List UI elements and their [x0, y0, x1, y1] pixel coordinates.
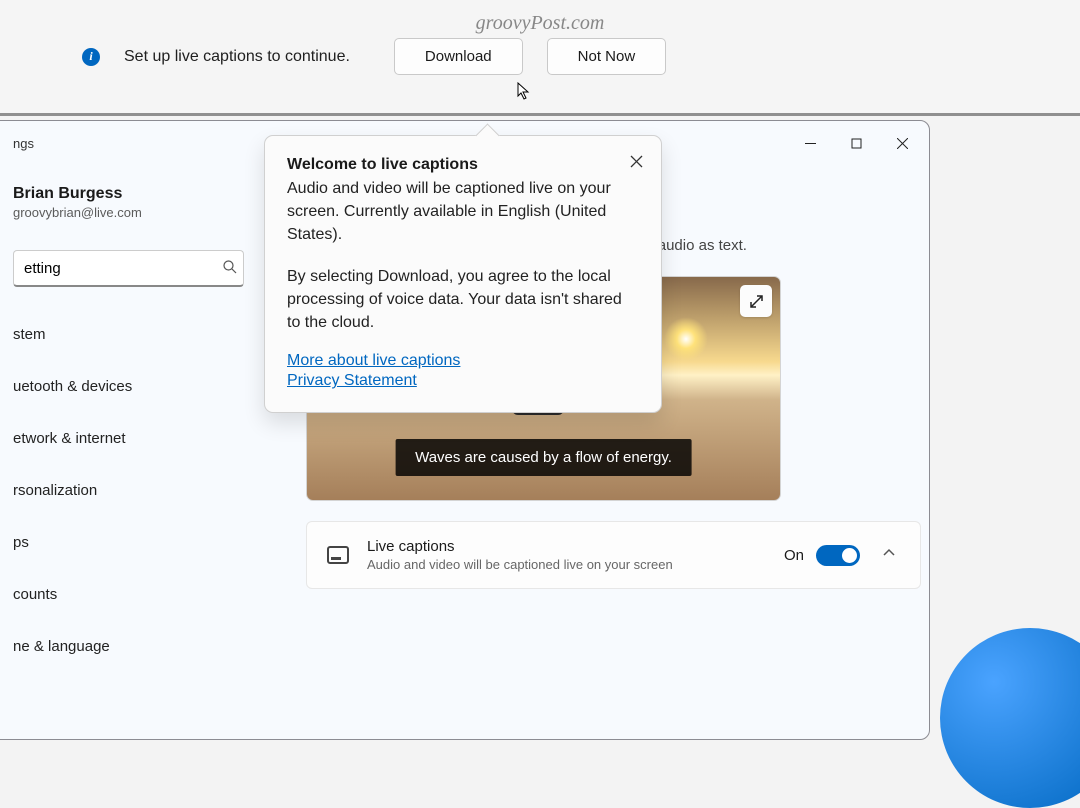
- sample-caption: Waves are caused by a flow of energy.: [395, 439, 692, 476]
- nav-time-language[interactable]: ne & language: [13, 625, 244, 667]
- setup-banner: groovyPost.com i Set up live captions to…: [0, 0, 1080, 116]
- close-button[interactable]: [879, 124, 925, 162]
- download-button[interactable]: Download: [394, 38, 523, 75]
- nav-personalization[interactable]: rsonalization: [13, 469, 244, 511]
- live-captions-card: Live captions Audio and video will be ca…: [306, 521, 921, 589]
- captions-icon: [327, 546, 349, 564]
- nav-network[interactable]: etwork & internet: [13, 417, 244, 459]
- user-name: Brian Burgess: [13, 185, 244, 203]
- sidebar: Brian Burgess groovybrian@live.com stem …: [0, 165, 266, 739]
- nav-apps[interactable]: ps: [13, 521, 244, 563]
- toggle-label: On: [784, 547, 804, 564]
- nav-accounts[interactable]: counts: [13, 573, 244, 615]
- window-title: ngs: [13, 136, 34, 151]
- user-email: groovybrian@live.com: [13, 205, 244, 220]
- not-now-button[interactable]: Not Now: [547, 38, 667, 75]
- nav-bluetooth[interactable]: uetooth & devices: [13, 365, 244, 407]
- privacy-link[interactable]: Privacy Statement: [287, 372, 639, 390]
- expand-button[interactable]: [740, 285, 772, 317]
- search-input[interactable]: [13, 250, 244, 287]
- site-watermark: groovyPost.com: [476, 12, 605, 35]
- nav-system[interactable]: stem: [13, 313, 244, 355]
- mouse-cursor-icon: [517, 82, 533, 105]
- info-icon: i: [82, 48, 100, 66]
- live-captions-toggle[interactable]: [816, 545, 860, 566]
- popover-p1: Audio and video will be captioned live o…: [287, 177, 639, 247]
- setting-title: Live captions: [367, 538, 766, 555]
- setting-desc: Audio and video will be captioned live o…: [367, 557, 766, 572]
- sun-graphic: [664, 317, 708, 361]
- search-field[interactable]: [24, 260, 223, 277]
- minimize-button[interactable]: [787, 124, 833, 162]
- search-icon: [223, 260, 237, 277]
- nav-list: stem uetooth & devices etwork & internet…: [13, 313, 244, 677]
- decorative-blob: [940, 628, 1080, 808]
- welcome-popover: Welcome to live captions Audio and video…: [264, 135, 662, 413]
- banner-message: Set up live captions to continue.: [124, 48, 350, 66]
- more-about-link[interactable]: More about live captions: [287, 352, 639, 370]
- user-block[interactable]: Brian Burgess groovybrian@live.com: [13, 185, 244, 220]
- expand-chevron-icon[interactable]: [878, 546, 900, 565]
- popover-close-button[interactable]: [625, 150, 647, 172]
- maximize-button[interactable]: [833, 124, 879, 162]
- popover-p2: By selecting Download, you agree to the …: [287, 265, 639, 335]
- popover-title: Welcome to live captions: [287, 156, 639, 174]
